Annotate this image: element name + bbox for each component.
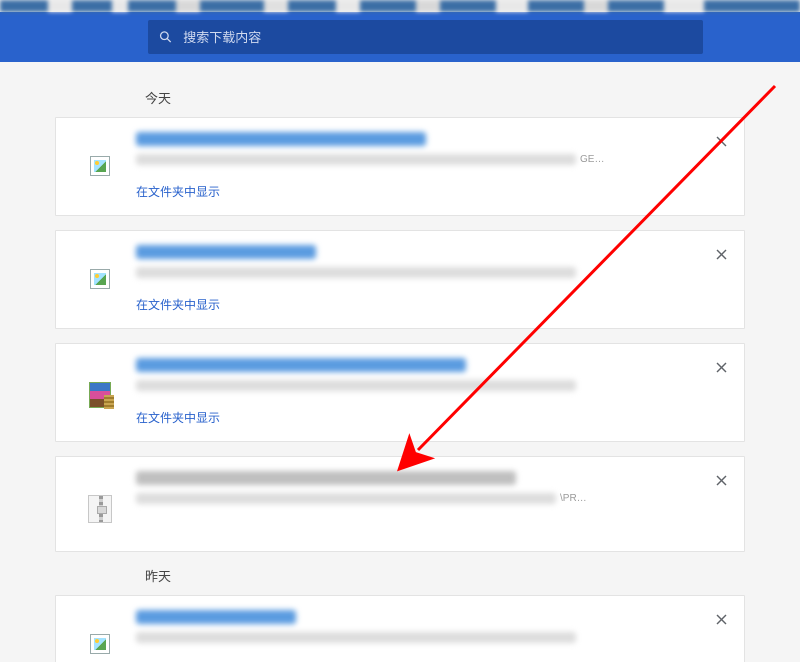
close-icon: [716, 614, 727, 625]
close-icon: [716, 136, 727, 147]
download-item: 在文件夹中显示: [55, 343, 745, 442]
remove-download-button[interactable]: [712, 610, 730, 628]
show-in-folder-link[interactable]: 在文件夹中显示: [136, 409, 220, 426]
downloads-content: 今天 GE… 在文件夹中显示在文件夹中显示在文件夹中显示 \PR… 昨天: [0, 62, 800, 662]
close-icon: [716, 475, 727, 486]
download-item: [55, 595, 745, 662]
section-label-yesterday: 昨天: [145, 566, 745, 585]
download-title-obscured[interactable]: [136, 358, 466, 372]
download-url-tail: \PR…: [560, 493, 587, 504]
close-icon: [716, 362, 727, 373]
search-input[interactable]: [183, 30, 693, 45]
download-item: \PR…: [55, 456, 745, 552]
download-url-obscured: [136, 154, 576, 165]
image-file-icon: [90, 634, 110, 654]
remove-download-button[interactable]: [712, 471, 730, 489]
download-url-obscured: [136, 632, 576, 643]
search-box[interactable]: [148, 20, 703, 54]
image-file-icon: [90, 156, 110, 176]
download-url-tail: GE…: [580, 154, 604, 165]
close-icon: [716, 249, 727, 260]
winrar-file-icon: [89, 382, 111, 408]
search-icon: [158, 29, 173, 45]
download-url-obscured: [136, 493, 556, 504]
remove-download-button[interactable]: [712, 245, 730, 263]
zip-file-icon: [88, 495, 112, 523]
show-in-folder-link[interactable]: 在文件夹中显示: [136, 296, 220, 313]
remove-download-button[interactable]: [712, 132, 730, 150]
download-item: GE… 在文件夹中显示: [55, 117, 745, 216]
remove-download-button[interactable]: [712, 358, 730, 376]
download-url-obscured: [136, 380, 576, 391]
download-title-obscured[interactable]: [136, 132, 426, 146]
section-label-today: 今天: [145, 88, 745, 107]
download-title-obscured[interactable]: [136, 471, 516, 485]
downloads-header: [0, 12, 800, 62]
download-url-obscured: [136, 267, 576, 278]
show-in-folder-link[interactable]: 在文件夹中显示: [136, 183, 220, 200]
image-file-icon: [90, 269, 110, 289]
browser-tabstrip: [0, 0, 800, 12]
download-item: 在文件夹中显示: [55, 230, 745, 329]
download-title-obscured[interactable]: [136, 245, 316, 259]
download-title-obscured[interactable]: [136, 610, 296, 624]
